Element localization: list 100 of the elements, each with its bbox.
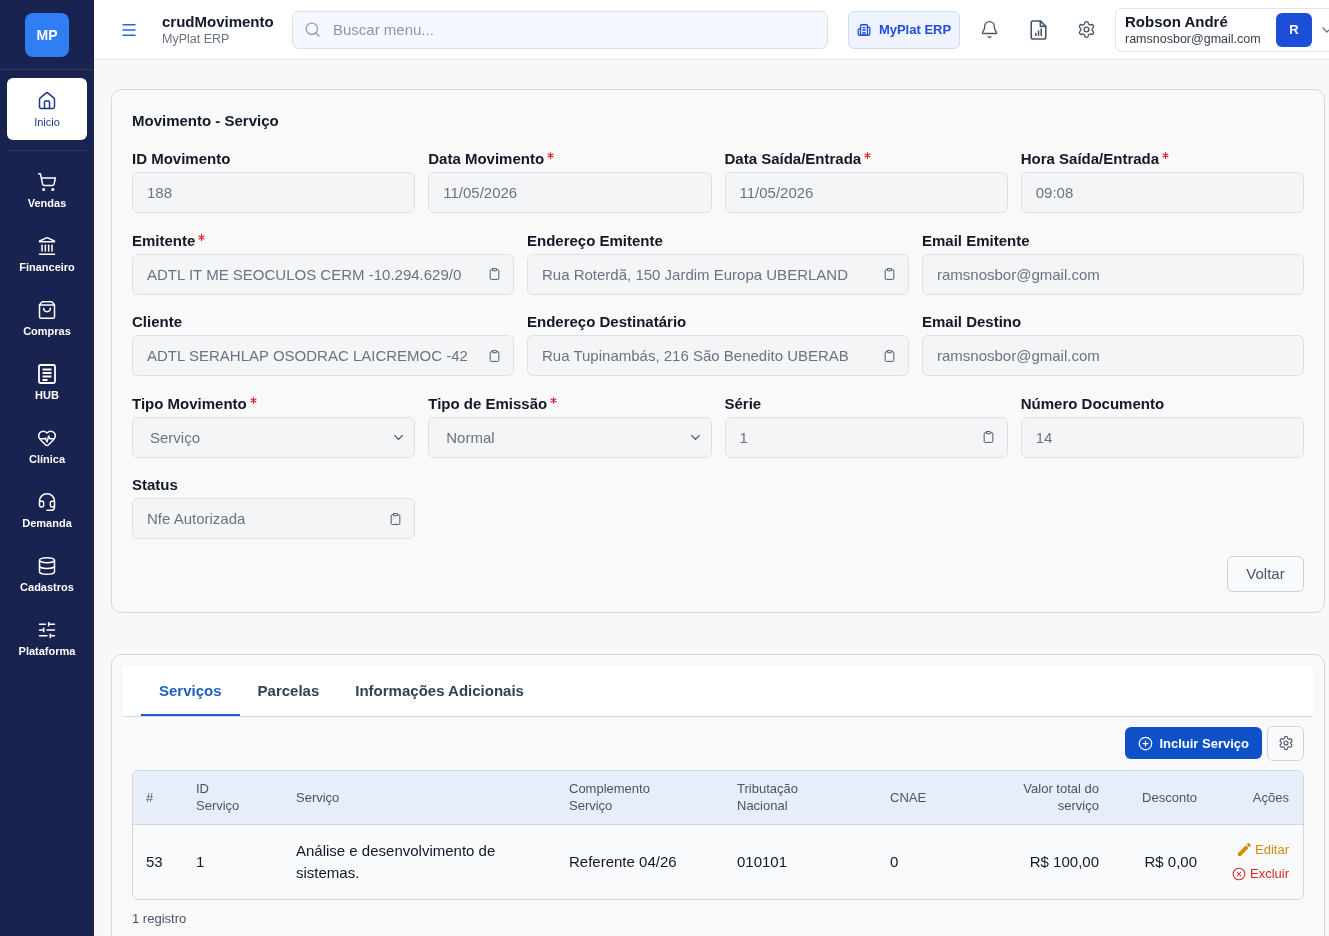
search-field[interactable]: Buscar menu... <box>292 10 828 49</box>
tab[interactable]: Parcelas <box>239 665 338 716</box>
asterisk-icon <box>864 152 872 159</box>
field-label: Data Saída/Entrada <box>724 150 872 168</box>
table-settings-button[interactable] <box>1267 725 1304 761</box>
table-cell-text: 0 <box>889 851 900 872</box>
clipboard-icon[interactable] <box>981 430 995 444</box>
tab[interactable]: Informações Adicionais <box>337 665 542 716</box>
cart-icon <box>37 171 57 192</box>
column-header: CNAE <box>889 788 928 807</box>
input-field[interactable]: 1 <box>724 416 1008 458</box>
field-label: Tipo Movimento <box>132 394 257 413</box>
field-label: Hora Saída/Entrada <box>1020 150 1170 168</box>
plus-circle-icon <box>1138 735 1154 751</box>
sliders-icon <box>37 619 57 640</box>
input-field[interactable]: Rua Roterdã, 150 Jardim Europa UBERLAND <box>527 253 909 295</box>
asterisk-icon <box>550 396 558 404</box>
column-header: ID Serviço <box>195 780 241 815</box>
field-label: Endereço Emitente <box>527 231 663 250</box>
column-header: Desconto <box>1141 788 1198 807</box>
table-cell-text: R$ 0,00 <box>1143 851 1198 872</box>
home-icon <box>37 90 57 111</box>
field-label: Número Documento <box>1020 394 1165 413</box>
bank-icon <box>37 235 57 256</box>
sidebar-item[interactable]: Vendas <box>7 159 87 221</box>
clipboard-icon[interactable] <box>389 511 403 526</box>
input-field[interactable]: 188 <box>132 172 416 213</box>
column-header: Ações <box>1251 788 1290 807</box>
back-button[interactable]: Voltar <box>1227 555 1304 592</box>
field-label: Tipo de Emissão <box>428 394 558 413</box>
input-field[interactable]: Rua Tupinambás, 216 São Benedito UBERAB <box>527 335 909 376</box>
sidebar-item[interactable]: Cadastros <box>7 543 87 605</box>
column-header: # <box>145 788 155 807</box>
table-cell-text: Referente 04/26 <box>568 851 678 872</box>
sidebar-item[interactable]: Clínica <box>7 415 87 477</box>
clipboard-icon[interactable] <box>883 348 896 363</box>
record-count: 1 registro <box>132 910 188 926</box>
clipboard-icon[interactable] <box>488 267 501 281</box>
building-icon <box>856 22 871 37</box>
sidebar-item[interactable]: Plataforma <box>7 607 87 669</box>
asterisk-icon <box>249 396 257 404</box>
clipboard-icon[interactable] <box>883 267 896 281</box>
app-logo[interactable]: MP <box>25 12 69 57</box>
x-circle-icon <box>1232 866 1246 881</box>
table-cell-text: 1 <box>195 851 206 872</box>
app-subtitle: MyPlat ERP <box>162 32 231 46</box>
field-label: Data Movimento <box>428 150 555 168</box>
field-label: ID Movimento <box>132 150 231 168</box>
company-button[interactable]: MyPlat ERP <box>848 10 960 49</box>
input-field[interactable]: ramsnosbor@gmail.com <box>922 335 1304 376</box>
asterisk-icon <box>547 152 555 159</box>
field-label: Endereço Destinatário <box>527 313 687 331</box>
bag-icon <box>37 299 57 320</box>
form-title: Movimento - Serviço <box>132 111 280 131</box>
column-header: Serviço <box>295 788 341 807</box>
field-label: Email Destino <box>922 313 1022 331</box>
settings-icon <box>1277 735 1294 751</box>
bell-icon <box>979 20 999 39</box>
document-icon <box>37 363 57 384</box>
input-field[interactable]: ADTL SERAHLAP OSODRAC LAICREMOC -42 <box>132 335 514 376</box>
field-label: Email Emitente <box>922 231 1030 250</box>
tab[interactable]: Serviços <box>141 665 240 716</box>
input-field[interactable]: 09:08 <box>1020 172 1304 213</box>
asterisk-icon <box>1162 152 1170 159</box>
table-cell-text: Análise e desenvolvimento de sistemas. <box>295 840 497 883</box>
table-cell-text: 53 <box>145 851 164 872</box>
settings-icon <box>1076 20 1096 39</box>
select-field[interactable]: Normal <box>428 416 712 458</box>
input-field[interactable]: 11/05/2026 <box>428 172 712 213</box>
input-field[interactable]: 11/05/2026 <box>724 172 1008 213</box>
clipboard-icon[interactable] <box>488 348 501 363</box>
sidebar-item[interactable]: Inicio <box>7 78 87 140</box>
input-field[interactable]: ramsnosbor@gmail.com <box>922 253 1304 295</box>
heart-pulse-icon <box>37 427 57 448</box>
sidebar-item[interactable]: HUB <box>7 351 87 413</box>
column-header: Complemento Serviço <box>568 780 651 815</box>
edit-link[interactable]: Editar <box>1238 842 1289 857</box>
page-title: crudMovimento <box>162 13 275 30</box>
field-label: Cliente <box>132 313 182 331</box>
avatar: R <box>1276 12 1312 47</box>
column-header: Valor total do serviço <box>1022 780 1100 815</box>
table-cell-text: R$ 100,00 <box>1028 851 1100 872</box>
field-label: Emitente <box>132 231 206 250</box>
input-field[interactable]: ADTL IT ME SEOCULOS CERM -10.294.629/0 <box>132 253 514 295</box>
input-field[interactable]: Nfe Autorizada <box>132 498 416 539</box>
field-label: Série <box>724 394 762 413</box>
table-cell-text: 010101 <box>736 851 789 872</box>
sidebar-item[interactable]: Financeiro <box>7 223 87 285</box>
add-service-button[interactable]: Incluir Serviço <box>1125 727 1262 759</box>
delete-link[interactable]: Excluir <box>1232 866 1289 881</box>
sidebar-item[interactable]: Compras <box>7 287 87 349</box>
input-field[interactable]: 14 <box>1020 416 1304 458</box>
chart-document-icon <box>1029 19 1047 40</box>
pencil-icon <box>1238 843 1252 856</box>
column-header: Tributação Nacional <box>736 780 799 815</box>
search-icon <box>304 20 321 38</box>
select-field[interactable]: Serviço <box>132 416 416 458</box>
sidebar-item[interactable]: Demanda <box>7 479 87 541</box>
user-menu[interactable]: Robson André ramsnosbor@gmail.com R <box>1115 7 1329 52</box>
field-label: Status <box>132 476 178 494</box>
